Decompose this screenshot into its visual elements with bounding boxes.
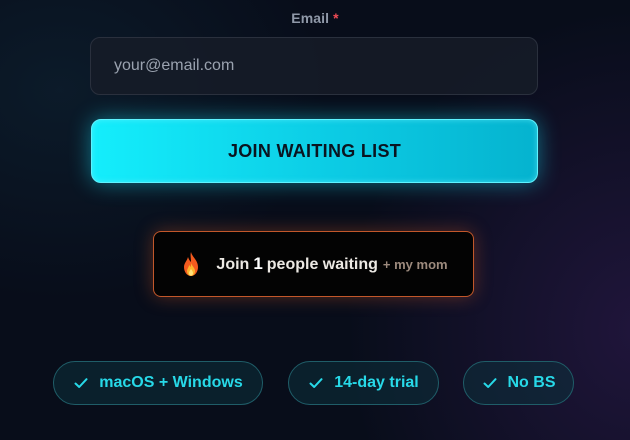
- waiting-prefix: Join: [216, 256, 250, 273]
- feature-pill-label: No BS: [507, 374, 556, 391]
- feature-pill-trial: 14-day trial: [288, 361, 439, 405]
- feature-pill-no-bs: No BS: [463, 361, 574, 405]
- email-label-text: Email: [291, 10, 330, 26]
- check-icon: [308, 375, 324, 391]
- join-waiting-list-button[interactable]: JOIN WAITING LIST: [91, 119, 538, 183]
- check-icon: [482, 375, 498, 391]
- waiting-suffix: people waiting: [266, 256, 378, 273]
- waiting-count-badge: Join 1 people waiting + my mom: [153, 231, 474, 297]
- waiting-text: Join 1 people waiting: [216, 254, 377, 274]
- email-input[interactable]: [90, 37, 538, 95]
- email-label: Email *: [0, 10, 630, 26]
- feature-pill-label: macOS + Windows: [99, 374, 243, 391]
- required-marker: *: [333, 10, 339, 26]
- waiting-aside: + my mom: [382, 256, 448, 272]
- waiting-count: 1: [253, 254, 263, 273]
- flame-icon: [179, 251, 203, 277]
- feature-pill-platforms: macOS + Windows: [53, 361, 263, 405]
- feature-pill-label: 14-day trial: [334, 374, 419, 391]
- check-icon: [73, 375, 89, 391]
